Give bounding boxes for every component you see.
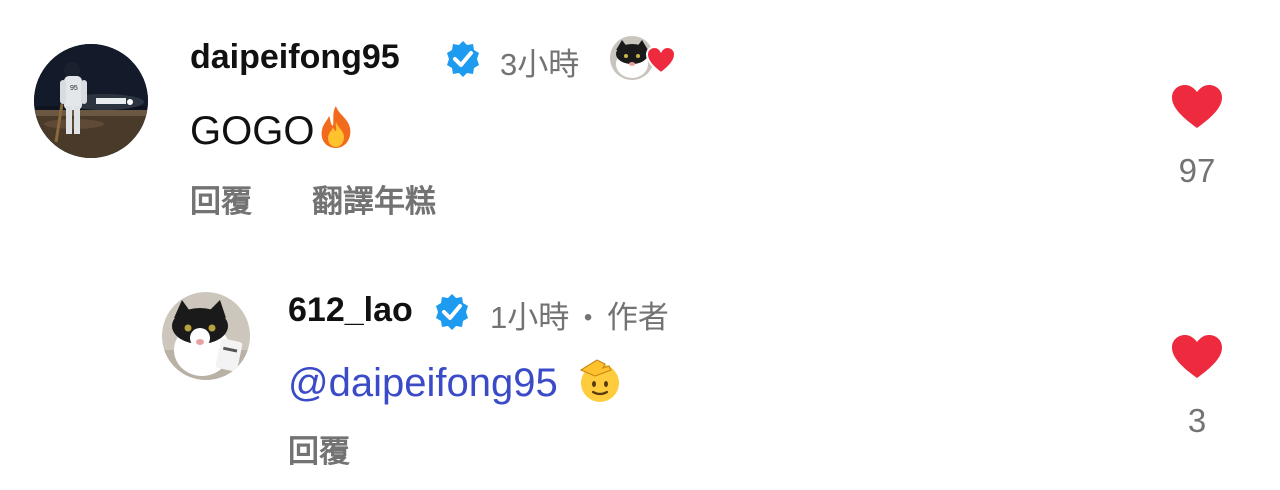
comment-text: GOGO (190, 104, 358, 154)
verified-badge-icon (436, 294, 468, 330)
like-heart-icon[interactable] (1171, 334, 1223, 380)
baseball-player-photo: 95 (34, 44, 148, 158)
separator-dot: • (583, 304, 593, 331)
like-count: 97 (1178, 152, 1216, 189)
avatar[interactable] (162, 292, 250, 380)
fire-emoji-icon (322, 106, 351, 148)
reply-button[interactable]: 回覆 (288, 426, 350, 471)
timestamp: 3小時 (500, 47, 580, 82)
like-heart-icon[interactable] (1171, 84, 1223, 130)
cat-photo (162, 292, 250, 380)
svg-text:95: 95 (70, 85, 78, 92)
like-count: 3 (1187, 402, 1207, 439)
saluting-face-emoji-icon (579, 359, 619, 402)
reply-button[interactable]: 回覆 (190, 176, 252, 221)
username[interactable]: daipeifong95 (190, 38, 400, 77)
reply-meta: 1小時 • 作者 (490, 292, 669, 337)
timestamp: 1小時 (490, 300, 570, 335)
mention-at-symbol: @ (288, 361, 329, 405)
comment-text: @daipeifong95 (288, 356, 623, 406)
username[interactable]: 612_lao (288, 291, 413, 330)
translate-button[interactable]: 翻譯年糕 (312, 176, 436, 221)
comment-body: GOGO (190, 109, 315, 153)
author-tag: 作者 (606, 300, 669, 335)
mention-link[interactable]: @daipeifong95 (288, 361, 558, 405)
author-liked-heart-icon (646, 46, 676, 74)
verified-badge-icon (447, 41, 479, 77)
avatar[interactable]: 95 (34, 44, 148, 158)
mention-username: daipeifong95 (328, 361, 558, 405)
